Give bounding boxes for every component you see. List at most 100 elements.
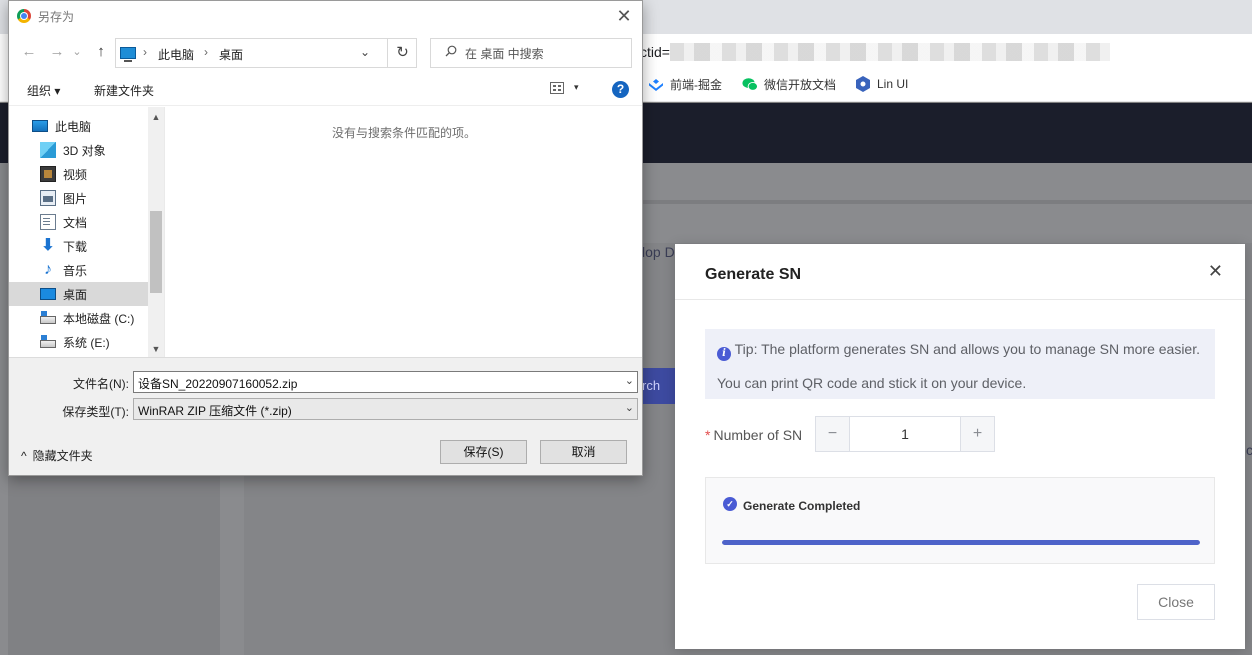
tree-item-label: 本地磁盘 (C:) (63, 311, 135, 326)
desktop-icon (40, 288, 56, 300)
tree-item-downloads[interactable]: ⬇ 下载 (9, 234, 148, 258)
refresh-icon[interactable]: ↻ (387, 39, 417, 67)
this-pc-icon (120, 47, 136, 62)
filetype-label: 保存类型(T): (62, 405, 129, 419)
tree-item-label: 系统 (E:) (63, 335, 110, 350)
generation-status: Generate Completed (743, 499, 861, 513)
path-dropdown-icon[interactable]: ⌄ (360, 45, 370, 59)
scroll-up-icon[interactable]: ▲ (148, 109, 164, 125)
tree-item-pictures[interactable]: 图片 (9, 186, 148, 210)
filetype-dropdown-icon[interactable]: ⌄ (625, 401, 634, 414)
drive-icon (40, 335, 56, 348)
tree-item-documents[interactable]: 文档 (9, 210, 148, 234)
forward-arrow-icon[interactable]: → (47, 41, 67, 63)
hide-folders-toggle[interactable]: ^ 隐藏文件夹 (21, 447, 93, 464)
background-text-fragment: lop D (642, 244, 675, 260)
empty-message: 没有与搜索条件匹配的项。 (331, 126, 476, 140)
hide-folders-label: 隐藏文件夹 (32, 449, 93, 463)
sn-quantity-input[interactable] (850, 417, 960, 451)
tree-item-this-pc[interactable]: 此电脑 (9, 114, 148, 138)
dialog-close-button[interactable]: ✕ (612, 5, 636, 27)
tree-item-label: 文档 (63, 215, 88, 230)
view-options-icon[interactable] (550, 82, 564, 94)
recent-locations-dropdown[interactable]: ⌄ (71, 41, 83, 63)
tree-item-3d-objects[interactable]: 3D 对象 (9, 138, 148, 162)
dialog-toolbar: 组织 ▾ 新建文件夹 ▾ ? (9, 72, 642, 106)
close-button[interactable]: Close (1137, 584, 1215, 620)
navigation-bar: ← → ⌄ ↑ › 此电脑 › 桌面 ⌄ ↻ (9, 32, 642, 72)
path-segment-this-pc[interactable]: 此电脑 (158, 46, 194, 63)
modal-close-icon[interactable]: ✕ (1208, 261, 1223, 282)
generate-sn-modal: Generate SN ✕ i Tip: The platform genera… (675, 244, 1245, 649)
tree-item-system-e[interactable]: 系统 (E:) (9, 330, 148, 354)
path-segment-desktop[interactable]: 桌面 (219, 46, 243, 63)
info-icon: i (717, 347, 731, 361)
organize-menu[interactable]: 组织 ▾ (27, 82, 60, 99)
filename-input[interactable]: 设备SN_20220907160052.zip ⌄ (133, 371, 638, 393)
wechat-icon (742, 77, 758, 93)
required-mark: * (705, 427, 711, 443)
drive-icon (40, 311, 56, 324)
help-icon[interactable]: ? (612, 81, 629, 98)
tree-scrollbar[interactable]: ▲ ▼ (148, 107, 164, 357)
tip-text-line2: You can print QR code and stick it on yo… (717, 375, 1027, 391)
back-arrow-icon[interactable]: ← (19, 41, 39, 63)
cancel-button[interactable]: 取消 (540, 440, 627, 464)
filetype-value: WinRAR ZIP 压缩文件 (*.zip) (138, 404, 292, 418)
save-button[interactable]: 保存(S) (440, 440, 527, 464)
tree-item-local-disk-c[interactable]: 本地磁盘 (C:) (9, 306, 148, 330)
progress-track (722, 540, 1200, 545)
filename-label: 文件名(N): (73, 377, 129, 391)
juejin-icon (648, 77, 664, 93)
tip-box: i Tip: The platform generates SN and all… (705, 329, 1215, 399)
generation-progress-panel: ✓ Generate Completed (705, 477, 1215, 564)
scroll-down-icon[interactable]: ▼ (148, 341, 164, 357)
filetype-select[interactable]: WinRAR ZIP 压缩文件 (*.zip) ⌄ (133, 398, 638, 420)
modal-title: Generate SN (705, 266, 802, 283)
address-fragment: ctid= (640, 44, 670, 60)
bookmark-label: 前端-掘金 (670, 78, 722, 92)
bookmark-lin-ui[interactable]: Lin UI (855, 76, 908, 92)
dialog-title: 另存为 (38, 10, 75, 24)
path-separator: › (204, 45, 208, 59)
tip-text-line1: Tip: The platform generates SN and allow… (734, 341, 1200, 357)
background-search-button: rch (640, 368, 676, 404)
this-pc-icon (32, 120, 48, 132)
dialog-titlebar: 另存为 ✕ (9, 1, 642, 32)
tree-item-label: 桌面 (63, 287, 88, 302)
path-breadcrumb[interactable]: › 此电脑 › 桌面 ⌄ ↻ (115, 38, 417, 68)
download-icon: ⬇ (41, 237, 55, 254)
search-input[interactable] (465, 45, 625, 63)
up-arrow-icon[interactable]: ↑ (91, 41, 111, 63)
chrome-icon (17, 9, 31, 23)
music-icon: ♪ (44, 261, 52, 278)
tree-item-label: 3D 对象 (63, 143, 106, 158)
filename-dropdown-icon[interactable]: ⌄ (625, 374, 634, 387)
tree-item-videos[interactable]: 视频 (9, 162, 148, 186)
background-edge-fragment: c (1246, 442, 1252, 458)
address-redacted (670, 43, 1110, 61)
check-circle-icon: ✓ (723, 497, 737, 511)
bookmark-juejin[interactable]: 前端-掘金 (648, 76, 722, 93)
save-as-dialog: 另存为 ✕ ← → ⌄ ↑ › 此电脑 › 桌面 ⌄ ↻ 组织 ▾ 新建文件夹 … (8, 0, 643, 476)
3d-objects-icon (40, 142, 56, 158)
decrement-button[interactable]: − (816, 417, 850, 451)
tree-item-label: 图片 (63, 191, 88, 206)
lin-ui-icon (855, 76, 871, 92)
view-dropdown-icon[interactable]: ▾ (574, 82, 579, 93)
number-of-sn-label: * Number of SN (705, 427, 802, 443)
scroll-thumb[interactable] (150, 211, 162, 293)
pictures-icon (40, 190, 56, 206)
new-folder-button[interactable]: 新建文件夹 (94, 82, 154, 99)
bookmark-label: 微信开放文档 (764, 78, 837, 92)
dialog-search-box[interactable] (430, 38, 632, 68)
tree-item-desktop[interactable]: 桌面 (9, 282, 148, 306)
tree-item-label: 音乐 (63, 263, 88, 278)
video-icon (40, 166, 56, 182)
increment-button[interactable]: + (960, 417, 994, 451)
bookmark-label: Lin UI (877, 77, 909, 91)
dialog-bottom-panel: 文件名(N): 设备SN_20220907160052.zip ⌄ 保存类型(T… (9, 357, 642, 475)
tree-item-music[interactable]: ♪ 音乐 (9, 258, 148, 282)
file-list[interactable]: 没有与搜索条件匹配的项。 (164, 107, 642, 357)
bookmark-wechat-docs[interactable]: 微信开放文档 (742, 76, 836, 93)
